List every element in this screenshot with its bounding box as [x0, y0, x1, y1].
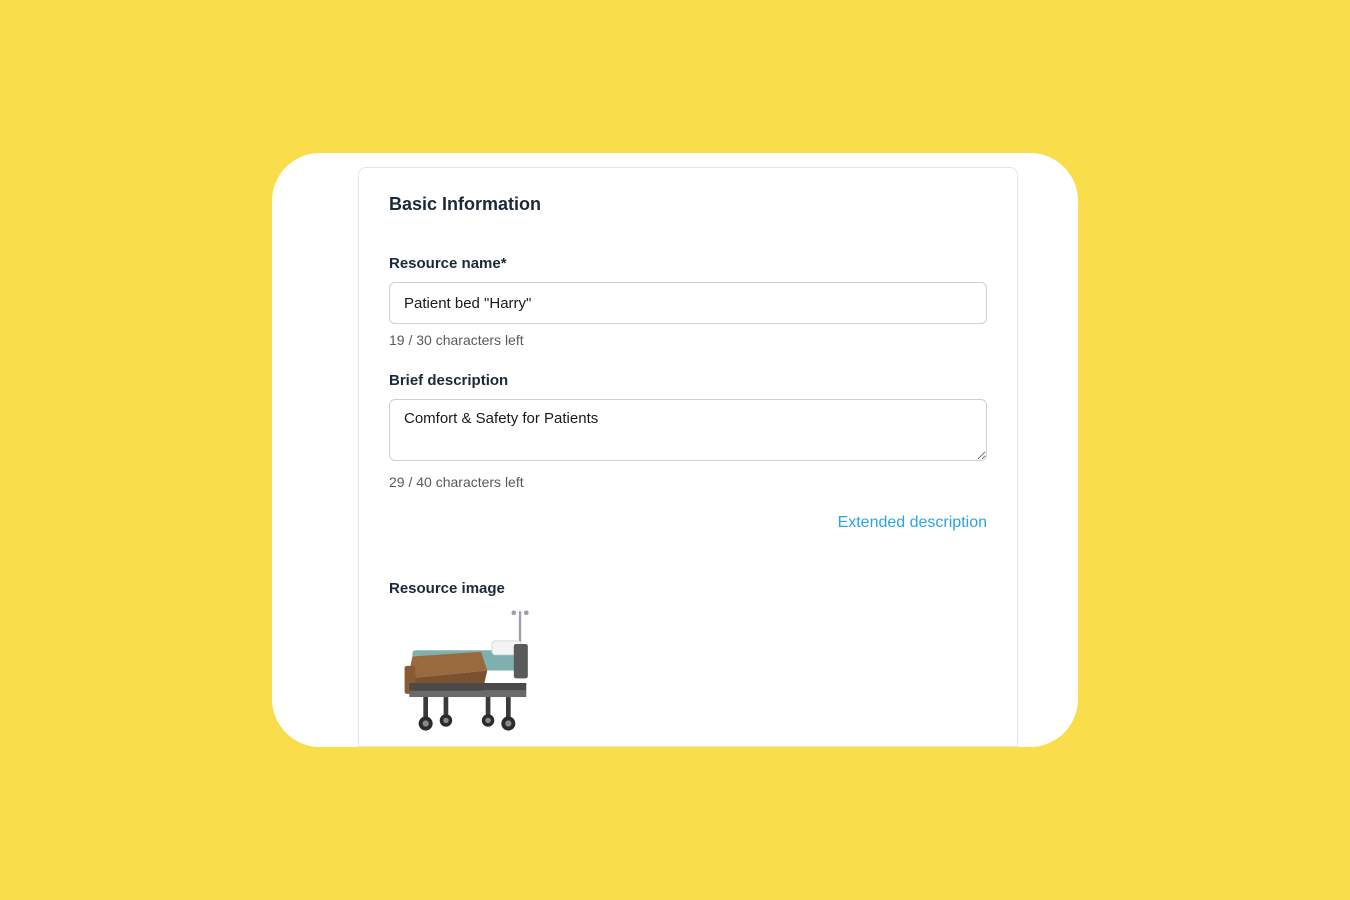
form-card: Basic Information Resource name* 19 / 30…	[272, 153, 1078, 747]
resource-image-label: Resource image	[389, 580, 987, 597]
hospital-bed-icon	[389, 605, 545, 747]
extended-description-link[interactable]: Extended description	[838, 514, 987, 532]
brief-description-helper: 29 / 40 characters left	[389, 474, 987, 490]
section-title: Basic Information	[389, 194, 987, 215]
resource-image-preview[interactable]	[389, 607, 545, 747]
extended-description-row: Extended description	[389, 514, 987, 532]
resource-name-helper: 19 / 30 characters left	[389, 332, 987, 348]
brief-description-group: Brief description 29 / 40 characters lef…	[389, 372, 987, 490]
brief-description-label: Brief description	[389, 372, 987, 389]
form-panel: Basic Information Resource name* 19 / 30…	[358, 167, 1018, 747]
resource-name-label: Resource name*	[389, 255, 987, 272]
resource-image-group: Resource image	[389, 580, 987, 747]
brief-description-input[interactable]	[389, 399, 987, 461]
resource-name-group: Resource name* 19 / 30 characters left	[389, 255, 987, 348]
resource-name-input[interactable]	[389, 282, 987, 324]
